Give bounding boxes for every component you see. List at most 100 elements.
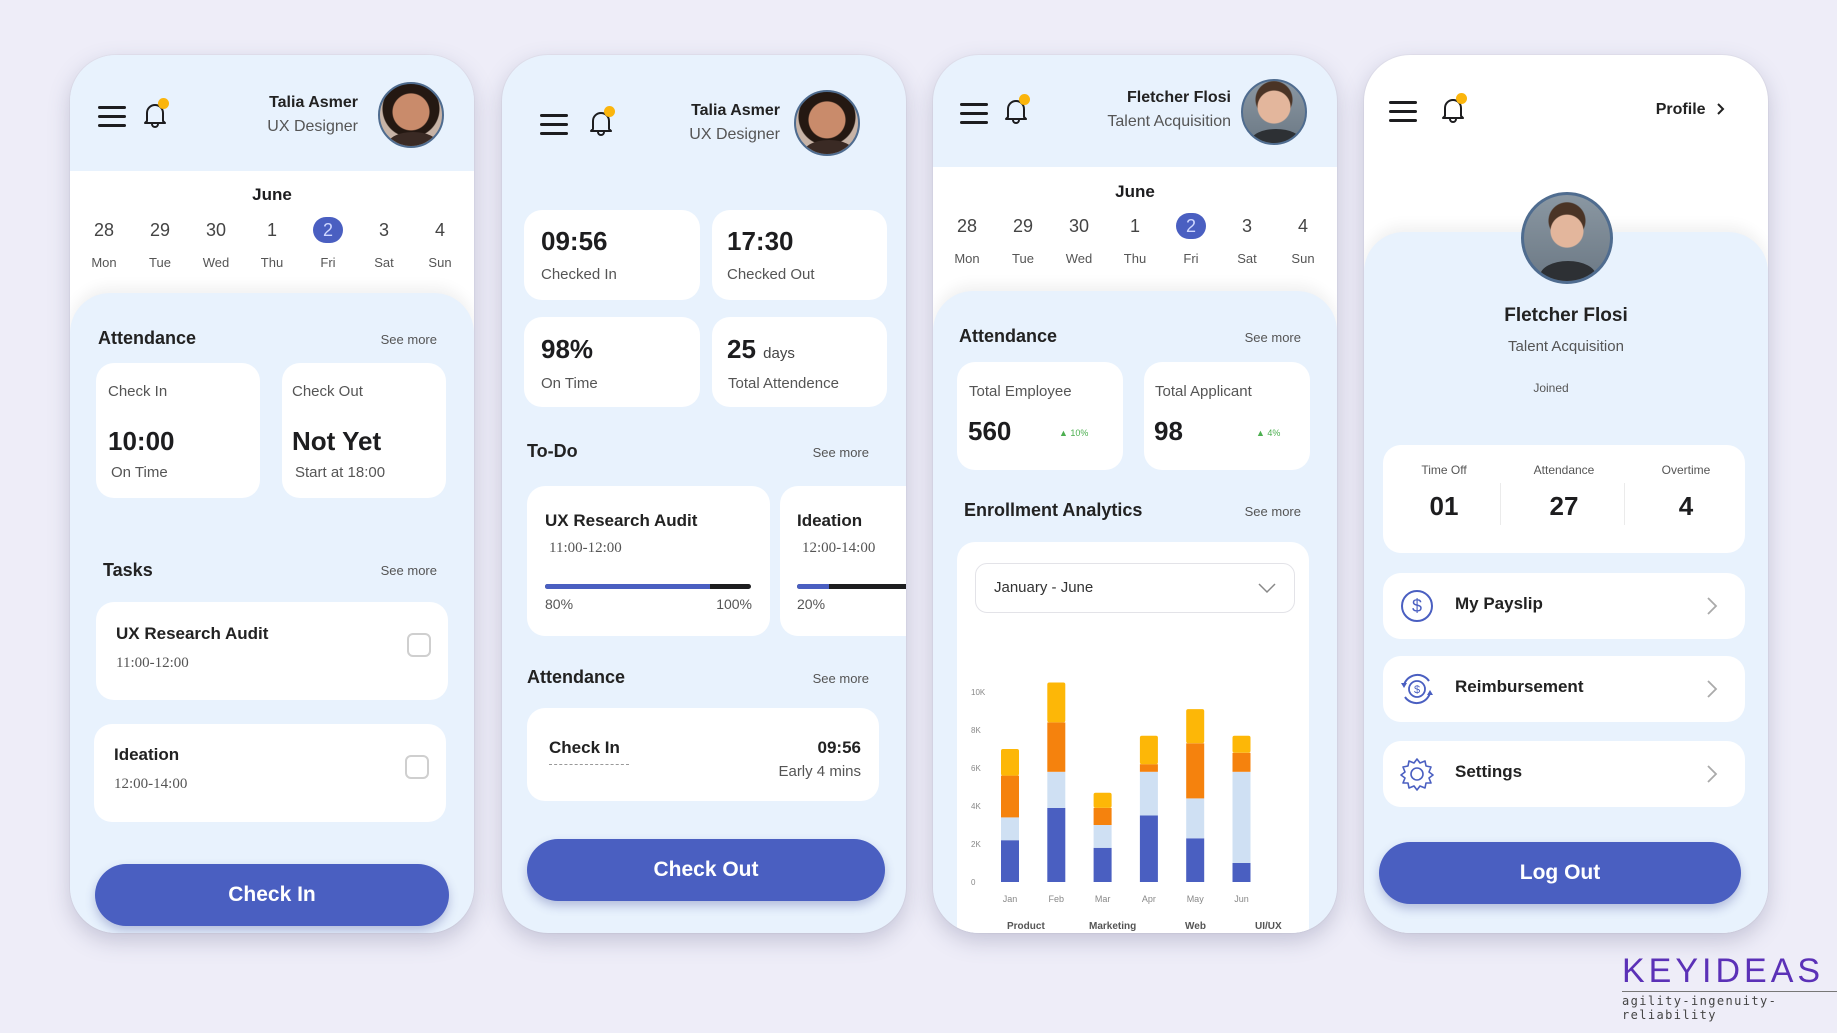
bar-segment-product-feb[interactable]	[1047, 807, 1066, 882]
profile-name: Fletcher Flosi	[1504, 305, 1628, 326]
bar-segment-uiux-mar[interactable]	[1093, 792, 1112, 808]
menu-label: My Payslip	[1455, 594, 1543, 613]
stat-label: Total Attendence	[728, 375, 839, 392]
task-checkbox[interactable]	[405, 755, 429, 779]
calendar-day[interactable]: 29 Tue	[995, 213, 1051, 266]
bar-segment-marketing-apr[interactable]	[1139, 771, 1158, 816]
bar-segment-web-mar[interactable]	[1093, 807, 1112, 825]
menu-icon[interactable]	[1389, 101, 1417, 123]
chevron-right-icon	[1707, 765, 1718, 783]
menu-label: Settings	[1455, 762, 1523, 781]
bar-segment-uiux-feb[interactable]	[1047, 682, 1066, 723]
user-role: UX Designer	[689, 126, 780, 143]
avatar[interactable]	[1241, 79, 1307, 145]
bar-segment-uiux-apr[interactable]	[1139, 735, 1158, 765]
calendar-day[interactable]: 30 Wed	[1051, 213, 1107, 266]
bar-segment-marketing-may[interactable]	[1186, 798, 1205, 839]
bar-segment-web-jan[interactable]	[1001, 775, 1019, 818]
bar-segment-product-may[interactable]	[1186, 838, 1205, 882]
todo-card[interactable]: UX Research Audit 11:00-12:00 80% 100%	[527, 486, 770, 636]
bar-segment-uiux-jun[interactable]	[1232, 735, 1251, 753]
calendar-day[interactable]: 29 Tue	[132, 217, 188, 270]
task-checkbox[interactable]	[407, 633, 431, 657]
calendar-day-selected[interactable]: 2 Fri	[300, 217, 356, 270]
task-item[interactable]: Ideation 12:00-14:00	[94, 724, 446, 822]
tasks-see-more-link[interactable]: See more	[381, 563, 437, 578]
avatar[interactable]	[794, 90, 860, 156]
menu-item-reimbursement[interactable]: $ Reimbursement	[1383, 656, 1745, 722]
bar-segment-uiux-may[interactable]	[1186, 709, 1205, 744]
bar-segment-web-jun[interactable]	[1232, 752, 1251, 772]
bar-segment-marketing-feb[interactable]	[1047, 771, 1066, 808]
todo-see-more-link[interactable]: See more	[813, 445, 869, 460]
avatar[interactable]	[378, 82, 444, 148]
legend-item-web[interactable]: Web	[1185, 921, 1206, 933]
content-panel: Attendance See more Total Employee 560 ▲…	[933, 291, 1337, 933]
brand-name: KEYIDEAS	[1622, 952, 1825, 990]
menu-icon[interactable]	[98, 106, 126, 128]
bell-icon[interactable]	[588, 106, 615, 137]
log-out-button[interactable]: Log Out	[1379, 842, 1741, 904]
task-item[interactable]: UX Research Audit 11:00-12:00	[96, 602, 448, 700]
user-name: Talia Asmer	[691, 102, 780, 119]
calendar-day[interactable]: 3 Sat	[1219, 213, 1275, 266]
menu-label: Reimbursement	[1455, 677, 1584, 696]
check-in-time: 10:00	[108, 426, 175, 456]
todo-progress-bar	[545, 584, 751, 589]
total-employee-label: Total Employee	[969, 383, 1072, 400]
legend-item-product[interactable]: Product	[1007, 921, 1045, 933]
analytics-title: Enrollment Analytics	[964, 500, 1143, 520]
stat-value: 98%	[541, 334, 594, 364]
attendance-see-more-link[interactable]: See more	[1245, 330, 1301, 345]
analytics-see-more-link[interactable]: See more	[1245, 504, 1301, 519]
profile-avatar[interactable]	[1521, 192, 1613, 284]
bar-segment-web-may[interactable]	[1186, 743, 1205, 799]
bar-segment-marketing-jan[interactable]	[1001, 817, 1019, 841]
bar-segment-product-jun[interactable]	[1232, 863, 1251, 882]
legend-item-marketing[interactable]: Marketing	[1089, 921, 1136, 933]
x-tick-label: May	[1187, 894, 1205, 904]
bar-segment-product-apr[interactable]	[1139, 815, 1158, 883]
calendar-day[interactable]: 4 Sun	[1275, 213, 1331, 266]
calendar-days: 28 Mon 29 Tue 30 Wed 1 Thu 2 Fri 3 Sat 4 Sun	[76, 217, 468, 270]
calendar-day[interactable]: 1 Thu	[244, 217, 300, 270]
legend-item-uiux[interactable]: UI/UX	[1255, 921, 1282, 933]
menu-item-settings[interactable]: Settings	[1383, 741, 1745, 807]
menu-item-payslip[interactable]: $ My Payslip	[1383, 573, 1745, 639]
bar-segment-marketing-jun[interactable]	[1232, 771, 1251, 863]
calendar-day[interactable]: 3 Sat	[356, 217, 412, 270]
bar-segment-product-mar[interactable]	[1093, 847, 1112, 882]
day-name: Mon	[91, 255, 117, 270]
day-name: Sat	[1237, 251, 1257, 266]
chevron-right-icon	[1707, 680, 1718, 698]
todo-progress-bar	[797, 584, 906, 589]
calendar-day[interactable]: 30 Wed	[188, 217, 244, 270]
todo-card[interactable]: Ideation 12:00-14:00 20%	[780, 486, 906, 636]
bar-segment-web-feb[interactable]	[1047, 722, 1066, 772]
bar-segment-uiux-jan[interactable]	[1001, 749, 1019, 776]
menu-icon[interactable]	[960, 103, 988, 125]
content-panel: Attendance See more Check In 10:00 On Ti…	[70, 293, 474, 933]
bell-icon[interactable]	[142, 98, 169, 129]
enrollment-chart-card: January - June 0 2K 4K 6K 8K 10K Jan Feb Mar Apr M…	[957, 542, 1309, 933]
calendar-day[interactable]: 28 Mon	[76, 217, 132, 270]
bar-segment-product-jan[interactable]	[1001, 840, 1019, 882]
todo-title: To-Do	[527, 441, 578, 461]
progress-max-label: 100%	[716, 596, 752, 612]
check-out-button[interactable]: Check Out	[527, 839, 885, 901]
bar-segment-web-apr[interactable]	[1139, 764, 1158, 772]
bell-icon[interactable]	[1440, 93, 1467, 124]
check-out-status: Start at 18:00	[295, 464, 386, 481]
gear-icon	[1400, 758, 1434, 791]
menu-icon[interactable]	[540, 114, 568, 136]
check-in-button[interactable]: Check In	[95, 864, 449, 926]
bell-icon[interactable]	[1003, 94, 1030, 125]
bar-segment-marketing-mar[interactable]	[1093, 825, 1112, 848]
attendance-see-more-link[interactable]: See more	[813, 671, 869, 686]
calendar-day[interactable]: 1 Thu	[1107, 213, 1163, 266]
calendar-day-selected[interactable]: 2 Fri	[1163, 213, 1219, 266]
calendar-day[interactable]: 4 Sun	[412, 217, 468, 270]
calendar-day[interactable]: 28 Mon	[939, 213, 995, 266]
profile-link[interactable]: Profile	[1656, 101, 1726, 119]
attendance-see-more-link[interactable]: See more	[381, 332, 437, 347]
